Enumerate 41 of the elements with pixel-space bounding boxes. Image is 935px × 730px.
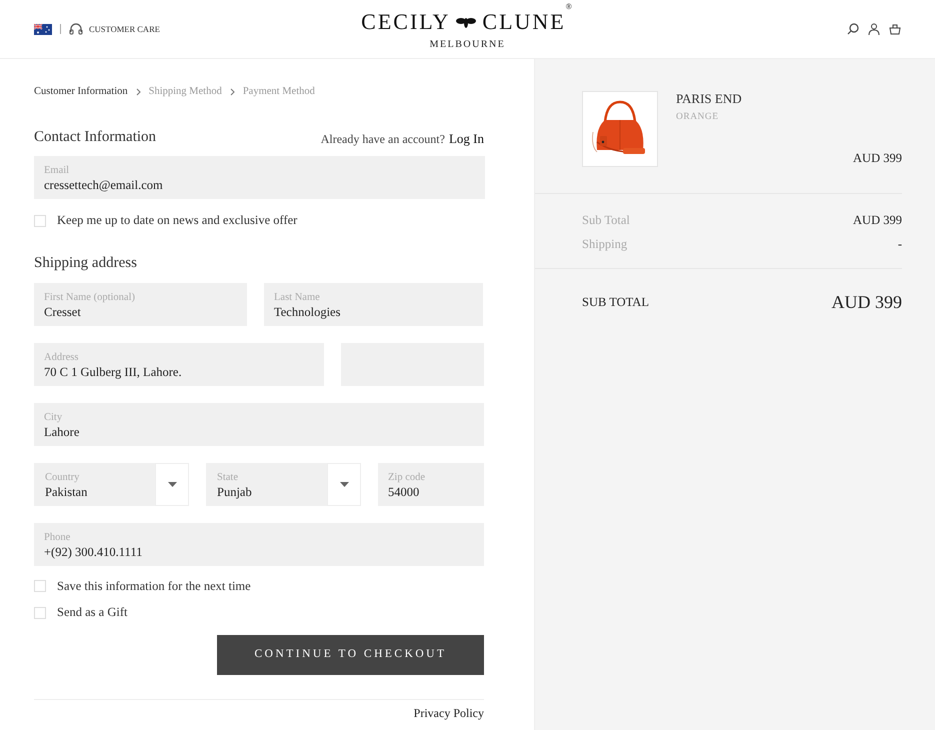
account-prompt: Already have an account?	[320, 130, 445, 148]
product-variant: ORANGE	[676, 110, 720, 124]
checkbox-label: Save this information for the next time	[57, 578, 251, 594]
input-field[interactable]: Address 70 C 1 Gulberg III, Lahore.	[34, 342, 324, 386]
checkbox-label: Keep me up to date on news and exclusive offer	[57, 212, 298, 230]
login-link[interactable]: Log In	[448, 128, 484, 148]
input-field[interactable]: City Lahore	[34, 402, 484, 446]
section-title: Shipping address	[34, 254, 138, 273]
checkbox[interactable]	[34, 606, 46, 619]
headset-icon[interactable]	[69, 23, 83, 35]
product-name: PARIS END	[676, 90, 743, 108]
chevron-right-icon	[136, 88, 141, 96]
summary-value: -	[898, 236, 902, 254]
input-field[interactable]: Zip code 54000	[378, 462, 484, 506]
summary-label: Shipping	[582, 236, 628, 254]
user-icon[interactable]	[868, 23, 880, 35]
input-field[interactable]: Phone +(92) 300.410.1111	[34, 522, 484, 566]
chevron-right-icon	[230, 88, 235, 96]
flag-icon[interactable]	[34, 24, 52, 34]
checkbox[interactable]	[34, 580, 46, 592]
privacy-policy-link[interactable]: Privacy Policy	[414, 706, 484, 721]
input-field[interactable]: First Name (optional) Cresset	[34, 282, 247, 326]
input-field[interactable]: Email cressettech@email.com	[34, 156, 485, 200]
breadcrumb-link[interactable]: Customer Information	[34, 84, 128, 100]
summary-label: Sub Total	[582, 212, 630, 228]
product-price: AUD 399	[853, 150, 902, 167]
select-field[interactable]: Country Pakistan	[34, 462, 189, 506]
search-icon[interactable]	[847, 23, 859, 35]
section-title: Contact Information	[34, 128, 156, 147]
checkbox-label: Send as a Gift	[57, 604, 128, 622]
select-field[interactable]: State Punjab	[206, 462, 361, 506]
input-field[interactable]: Last Name Technologies	[264, 282, 483, 326]
caret-icon	[340, 482, 348, 486]
caret-icon	[168, 482, 176, 486]
shopping-bag-icon[interactable]	[889, 23, 901, 35]
total-label: SUB TOTAL	[582, 294, 649, 312]
summary-value: AUD 399	[853, 212, 902, 228]
continue-button[interactable]: CONTINUE TO CHECKOUT	[217, 635, 484, 675]
total-value: AUD 399	[832, 291, 902, 314]
customer-care-link[interactable]: CUSTOMER CARE	[89, 22, 160, 36]
checkbox[interactable]	[34, 214, 46, 227]
